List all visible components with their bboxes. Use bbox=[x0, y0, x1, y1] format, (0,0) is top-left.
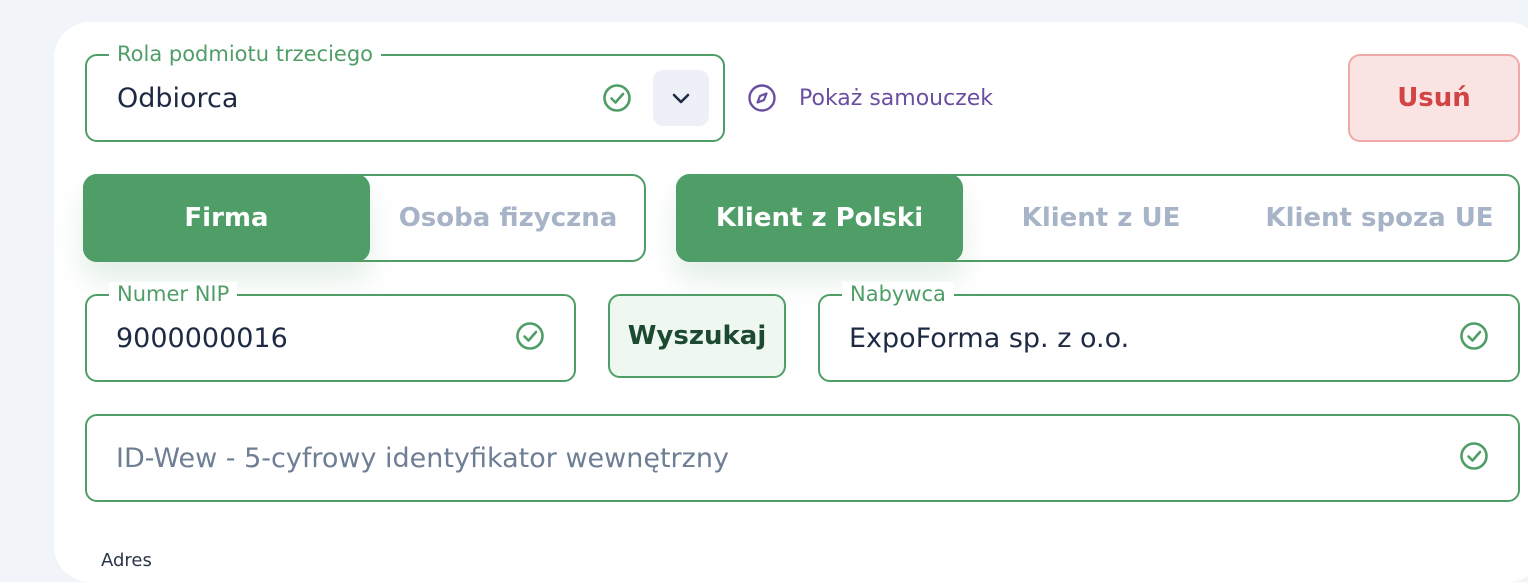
internal-id-field[interactable]: ID-Wew - 5-cyfrowy identyfikator wewnętr… bbox=[85, 414, 1520, 502]
entity-type-person[interactable]: Osoba fizyczna bbox=[370, 174, 646, 262]
client-region-non-eu-label: Klient spoza UE bbox=[1265, 203, 1494, 233]
chevron-down-icon bbox=[672, 93, 690, 104]
check-circle-icon bbox=[1460, 322, 1488, 350]
compass-icon bbox=[748, 84, 776, 112]
client-region-poland[interactable]: Klient z Polski bbox=[676, 174, 963, 262]
internal-id-placeholder: ID-Wew - 5-cyfrowy identyfikator wewnętr… bbox=[116, 442, 729, 474]
buyer-field[interactable]: Nabywca ExpoForma sp. z o.o. bbox=[818, 282, 1520, 382]
delete-button[interactable]: Usuń bbox=[1348, 54, 1520, 142]
nip-field[interactable]: Numer NIP 9000000016 bbox=[85, 282, 576, 382]
role-dropdown-button[interactable] bbox=[653, 70, 709, 126]
entity-type-company[interactable]: Firma bbox=[83, 174, 370, 262]
role-select-value: Odbiorca bbox=[117, 82, 239, 114]
client-region-poland-label: Klient z Polski bbox=[715, 203, 924, 233]
entity-type-person-label: Osoba fizyczna bbox=[398, 203, 618, 233]
search-button[interactable]: Wyszukaj bbox=[608, 294, 786, 378]
check-circle-icon bbox=[1460, 442, 1488, 470]
address-section-label: Adres bbox=[101, 550, 152, 571]
client-region-toggle: Klient z Polski Klient z UE Klient spoza… bbox=[676, 174, 1520, 262]
check-circle-icon bbox=[603, 84, 631, 112]
client-region-eu[interactable]: Klient z UE bbox=[963, 174, 1239, 262]
nip-field-value: 9000000016 bbox=[116, 322, 288, 354]
entity-type-toggle: Firma Osoba fizyczna bbox=[83, 174, 646, 262]
buyer-field-value: ExpoForma sp. z o.o. bbox=[849, 322, 1130, 354]
entity-type-company-label: Firma bbox=[184, 203, 269, 233]
show-tutorial-link[interactable]: Pokaż samouczek bbox=[747, 80, 993, 116]
role-select[interactable]: Rola podmiotu trzeciego Odbiorca bbox=[85, 42, 725, 142]
check-circle-icon bbox=[516, 322, 544, 350]
search-button-label: Wyszukaj bbox=[627, 321, 767, 351]
client-region-eu-label: Klient z UE bbox=[1021, 203, 1181, 233]
delete-button-label: Usuń bbox=[1397, 83, 1471, 113]
client-region-non-eu[interactable]: Klient spoza UE bbox=[1239, 174, 1520, 262]
show-tutorial-label: Pokaż samouczek bbox=[799, 85, 994, 111]
